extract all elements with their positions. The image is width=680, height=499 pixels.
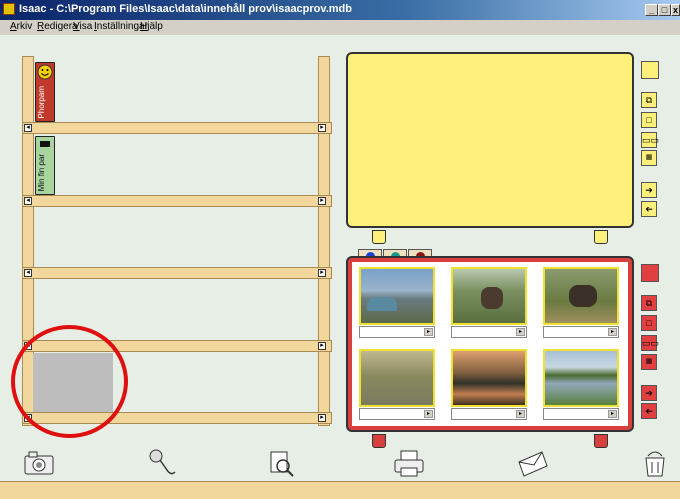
menu-redigera[interactable]: Redigera: [37, 21, 78, 32]
menu-hjalp[interactable]: Hjälp: [140, 21, 163, 32]
arrow-right-icon[interactable]: ➔: [641, 182, 657, 198]
shelf-plank: [22, 122, 332, 134]
highlight-circle: [11, 325, 128, 438]
bottom-toolbar: [0, 481, 680, 499]
shelf-scroll-left[interactable]: ◂: [24, 197, 32, 205]
shelf-scroll-left[interactable]: ◂: [24, 269, 32, 277]
photo-caption[interactable]: ▸: [543, 408, 619, 420]
book-label: Phorpam: [37, 85, 46, 118]
arrow-right-icon[interactable]: ➔: [641, 385, 657, 401]
caption-button[interactable]: ▸: [516, 410, 525, 418]
search-document-icon[interactable]: [265, 448, 299, 478]
caption-button[interactable]: ▸: [424, 328, 433, 336]
trash-bin-icon[interactable]: [638, 448, 672, 478]
menu-bar: Arkiv Redigera Visa Inställningar Hjälp: [0, 20, 680, 35]
photo-river[interactable]: [359, 349, 435, 407]
shelf-post-right: [318, 56, 330, 426]
viewer-foot: [372, 434, 386, 448]
smiley-icon: [37, 64, 53, 80]
caption-button[interactable]: ▸: [424, 410, 433, 418]
layout-single-icon[interactable]: ⧉: [641, 92, 657, 108]
two-grid-icon[interactable]: ▭▭: [641, 335, 659, 351]
shelf-plank: [22, 195, 332, 207]
caption-button[interactable]: ▸: [608, 410, 617, 418]
elephant-shape: [481, 287, 503, 309]
viewer-foot: [372, 230, 386, 244]
photo-elephant-grass[interactable]: [543, 267, 619, 325]
black-bar-icon: [40, 141, 50, 147]
microphone-icon[interactable]: [145, 448, 179, 478]
shelf-scroll-right[interactable]: ▸: [318, 124, 326, 132]
minimize-button[interactable]: _: [645, 4, 658, 16]
six-grid-icon[interactable]: ▦: [641, 150, 657, 166]
two-grid-icon[interactable]: ▭▭: [641, 132, 659, 148]
yellow-viewer[interactable]: [346, 52, 634, 228]
camera-icon[interactable]: [22, 448, 56, 478]
shelf-scroll-right[interactable]: ▸: [318, 197, 326, 205]
book-phorpam[interactable]: Phorpam: [35, 62, 55, 122]
shelf-scroll-right[interactable]: ▸: [318, 269, 326, 277]
window-titlebar[interactable]: Isaac - C:\Program Files\Isaac\data\inne…: [0, 0, 680, 20]
caption-button[interactable]: ▸: [608, 328, 617, 336]
yellow-color-swatch[interactable]: [641, 61, 659, 79]
book-min-fin-par[interactable]: Min fin par: [35, 136, 55, 195]
photo-caption[interactable]: ▸: [543, 326, 619, 338]
shelf-scroll-left[interactable]: ◂: [24, 124, 32, 132]
book-label: Min fin par: [37, 153, 46, 191]
elephant-shape: [569, 285, 597, 307]
caption-button[interactable]: ▸: [516, 328, 525, 336]
printer-icon[interactable]: [392, 448, 426, 478]
photo-caption[interactable]: ▸: [359, 408, 435, 420]
six-grid-icon[interactable]: ▦: [641, 354, 657, 370]
photo-caption[interactable]: ▸: [451, 326, 527, 338]
envelope-icon[interactable]: [516, 448, 550, 478]
viewer-foot: [594, 230, 608, 244]
photo-sunset[interactable]: [451, 349, 527, 407]
frame-icon[interactable]: □: [641, 112, 657, 128]
arrow-left-icon[interactable]: ➔: [641, 201, 657, 217]
tent-shape: [367, 297, 397, 311]
shelf-scroll-right[interactable]: ▸: [318, 414, 326, 422]
menu-visa[interactable]: Visa: [73, 21, 92, 32]
shelf-plank: [22, 267, 332, 279]
photo-elephant-rider[interactable]: [451, 267, 527, 325]
photo-wetland[interactable]: [543, 349, 619, 407]
maximize-button[interactable]: □: [658, 4, 671, 16]
menu-arkiv[interactable]: Arkiv: [10, 21, 32, 32]
shelf-scroll-right[interactable]: ▸: [318, 342, 326, 350]
close-button[interactable]: x: [671, 4, 680, 16]
photo-tents[interactable]: [359, 267, 435, 325]
window-title: Isaac - C:\Program Files\Isaac\data\inne…: [19, 3, 352, 15]
photo-caption[interactable]: ▸: [359, 326, 435, 338]
viewer-foot: [594, 434, 608, 448]
photo-caption[interactable]: ▸: [451, 408, 527, 420]
layout-single-icon[interactable]: ⧉: [641, 295, 657, 311]
arrow-left-icon[interactable]: ➔: [641, 403, 657, 419]
app-icon: [3, 3, 15, 15]
red-color-swatch[interactable]: [641, 264, 659, 282]
frame-icon[interactable]: □: [641, 315, 657, 331]
